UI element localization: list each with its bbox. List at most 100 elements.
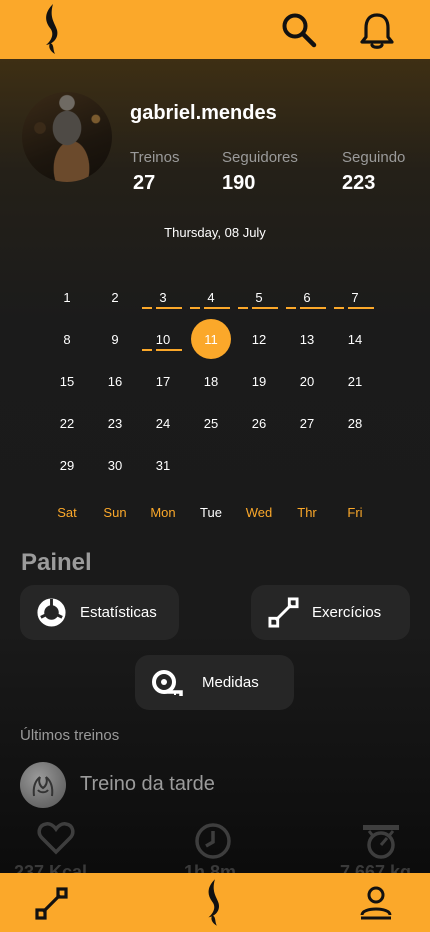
- pie-chart-icon: [37, 598, 66, 627]
- calendar-day[interactable]: 15: [47, 361, 87, 401]
- weekday-label: Thr: [297, 505, 317, 520]
- calendar-day-label: 19: [251, 373, 267, 389]
- workout-marker: [348, 307, 374, 309]
- workout-marker: [252, 307, 278, 309]
- recent-workouts-title: Últimos treinos: [20, 727, 120, 744]
- flame-logo-icon[interactable]: [201, 876, 227, 929]
- calendar-day[interactable]: 9: [95, 319, 135, 359]
- weekday-label: Sat: [57, 505, 77, 520]
- calendar-day[interactable]: 28: [335, 403, 375, 443]
- stat-treinos-label: Treinos: [130, 149, 180, 166]
- calendar-day[interactable]: 10: [142, 319, 183, 359]
- flame-logo-icon[interactable]: [38, 3, 66, 55]
- calendar-day-label: 30: [107, 457, 123, 473]
- calendar-day-label: 4: [207, 289, 215, 305]
- calendar-day[interactable]: 29: [47, 445, 87, 485]
- measuring-tape-icon: [152, 670, 183, 696]
- calendar-day[interactable]: 18: [191, 361, 231, 401]
- calendar-date-title: Thursday, 08 July: [164, 225, 266, 240]
- calendar-day[interactable]: 22: [47, 403, 87, 443]
- estatisticas-button[interactable]: Estatísticas: [20, 585, 179, 640]
- calendar-day-label: 10: [155, 331, 171, 347]
- calendar-day[interactable]: 4: [190, 277, 231, 317]
- calendar-day-label: 16: [107, 373, 123, 389]
- calendar-day-label: 21: [347, 373, 363, 389]
- medidas-label: Medidas: [202, 674, 259, 691]
- weekday-label: Wed: [245, 505, 273, 520]
- calendar-day-label: 31: [155, 457, 171, 473]
- calendar-day[interactable]: 26: [239, 403, 279, 443]
- calendar-day-label: 17: [155, 373, 171, 389]
- medidas-button[interactable]: Medidas: [135, 655, 294, 710]
- calendar-day[interactable]: 17: [143, 361, 183, 401]
- calendar-day[interactable]: 1: [47, 277, 87, 317]
- calendar-day[interactable]: 3: [142, 277, 183, 317]
- workout-marker: [156, 307, 182, 309]
- bell-icon[interactable]: [360, 12, 394, 50]
- calendar-day[interactable]: 6: [286, 277, 327, 317]
- calendar-day[interactable]: 5: [238, 277, 279, 317]
- workout-marker: [300, 307, 326, 309]
- calendar-day-label: 12: [251, 331, 267, 347]
- search-icon[interactable]: [281, 12, 317, 48]
- dumbbell-icon: [268, 597, 299, 628]
- dumbbell-icon[interactable]: [35, 887, 68, 920]
- calendar-day-label: 1: [63, 289, 71, 305]
- calendar-day-label: 14: [347, 331, 363, 347]
- calendar-day-label: 3: [159, 289, 167, 305]
- calendar-day-label: 6: [303, 289, 311, 305]
- calendar-day-label: 9: [111, 331, 119, 347]
- calendar-day[interactable]: 11: [191, 319, 231, 359]
- username: gabriel.mendes: [130, 102, 277, 124]
- workout-marker: [142, 307, 152, 309]
- calendar-day[interactable]: 7: [334, 277, 375, 317]
- calendar-day[interactable]: 12: [239, 319, 279, 359]
- workout-marker: [190, 307, 200, 309]
- calendar-day[interactable]: 19: [239, 361, 279, 401]
- calendar-day[interactable]: 27: [287, 403, 327, 443]
- calendar-day-label: 8: [63, 331, 71, 347]
- calendar-day[interactable]: 13: [287, 319, 327, 359]
- workout-avatar[interactable]: [20, 762, 66, 808]
- calendar-day[interactable]: 2: [95, 277, 135, 317]
- stat-seguindo-value[interactable]: 223: [342, 172, 375, 195]
- workout-marker: [334, 307, 344, 309]
- stat-treinos-value: 27: [133, 172, 156, 194]
- calendar-day-label: 11: [204, 331, 218, 347]
- calendar-day[interactable]: 20: [287, 361, 327, 401]
- calendar-day-label: 20: [299, 373, 315, 389]
- top-bar: [0, 0, 430, 59]
- scale-icon: [363, 825, 399, 859]
- calendar-day[interactable]: 14: [335, 319, 375, 359]
- profile-icon[interactable]: [358, 885, 394, 921]
- workout-marker: [156, 349, 182, 351]
- calendar-day[interactable]: 23: [95, 403, 135, 443]
- calendar-day[interactable]: 8: [47, 319, 87, 359]
- calendar-day[interactable]: 24: [143, 403, 183, 443]
- bottom-nav: [0, 873, 430, 932]
- calendar-day-label: 15: [59, 373, 75, 389]
- workout-marker: [238, 307, 248, 309]
- exercicios-button[interactable]: Exercícios: [251, 585, 410, 640]
- workout-marker: [204, 307, 230, 309]
- calendar-day[interactable]: 21: [335, 361, 375, 401]
- clock-icon: [195, 823, 231, 859]
- avatar[interactable]: [22, 92, 112, 182]
- stat-seguindo-label[interactable]: Seguindo: [342, 149, 405, 166]
- calendar-day[interactable]: 31: [143, 445, 183, 485]
- calendar-day-label: 24: [155, 415, 171, 431]
- workout-label[interactable]: Treino da tarde: [80, 773, 215, 796]
- weekday-label: Sun: [103, 505, 127, 520]
- calendar-day[interactable]: 30: [95, 445, 135, 485]
- painel-title: Painel: [21, 549, 92, 576]
- stat-seguidores-value[interactable]: 190: [222, 172, 255, 195]
- calendar-day-label: 29: [59, 457, 75, 473]
- workout-marker: [286, 307, 296, 309]
- calendar-day[interactable]: 16: [95, 361, 135, 401]
- calendar-day[interactable]: 25: [191, 403, 231, 443]
- heart-icon: [37, 822, 75, 855]
- calendar-day-label: 22: [59, 415, 75, 431]
- stat-seguidores-label[interactable]: Seguidores: [222, 149, 298, 166]
- calendar-day-label: 26: [251, 415, 267, 431]
- calendar-day-label: 18: [203, 373, 219, 389]
